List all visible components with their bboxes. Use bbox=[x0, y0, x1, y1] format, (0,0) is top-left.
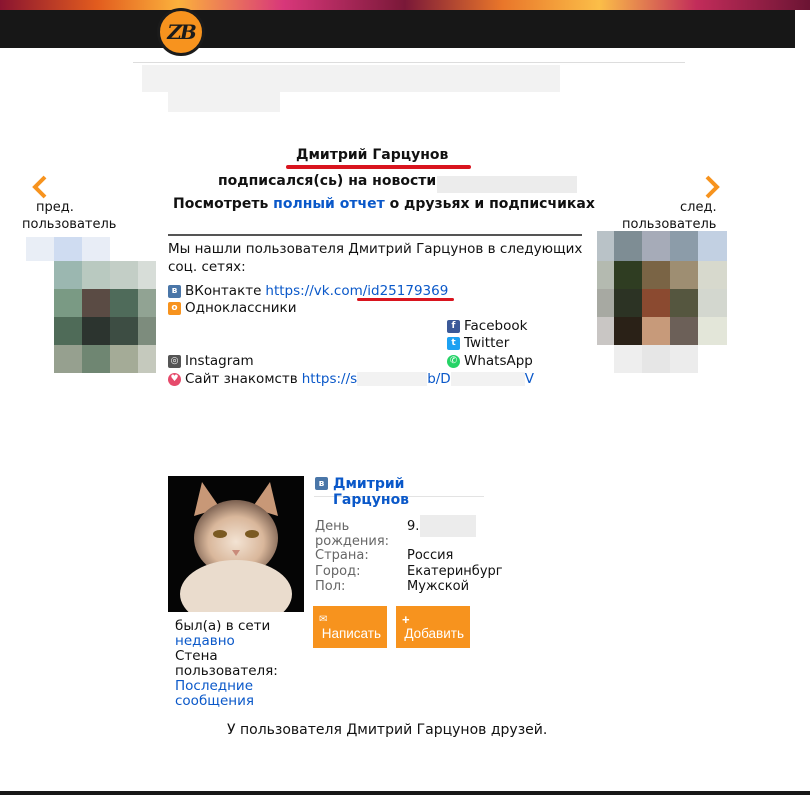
report-prefix: Посмотреть bbox=[173, 196, 269, 212]
header-decoration bbox=[0, 0, 810, 10]
social-ok-row: о Одноклассники bbox=[168, 300, 296, 317]
highlight-underline bbox=[286, 165, 471, 169]
hidden-content-block bbox=[168, 92, 280, 112]
vk-icon: в bbox=[315, 477, 328, 490]
site-logo[interactable]: ZB bbox=[157, 8, 205, 56]
social-whatsapp-row[interactable]: ✆ WhatsApp bbox=[447, 353, 533, 370]
online-value[interactable]: недавно bbox=[175, 634, 305, 649]
write-message-button[interactable]: ✉ Написать bbox=[313, 606, 387, 648]
hidden-birthday bbox=[420, 515, 476, 537]
country-label: Страна: bbox=[315, 548, 369, 563]
odnoklassniki-icon: о bbox=[168, 302, 181, 315]
facebook-icon: f bbox=[447, 320, 460, 333]
divider bbox=[133, 62, 685, 63]
social-divider bbox=[168, 234, 582, 236]
highlight-underline bbox=[357, 298, 454, 301]
envelope-icon: ✉ bbox=[319, 614, 328, 625]
instagram-label[interactable]: Instagram bbox=[185, 353, 254, 370]
vk-icon: в bbox=[168, 285, 181, 298]
dating-link[interactable]: https://s b/D V bbox=[302, 371, 534, 388]
twitter-label[interactable]: Twitter bbox=[464, 335, 509, 352]
user-name-heading: Дмитрий Гарцунов bbox=[296, 147, 449, 163]
gender-value: Мужской bbox=[407, 579, 470, 594]
prev-label-line2[interactable]: пользователь bbox=[22, 216, 116, 233]
heart-icon: ♥ bbox=[168, 373, 181, 386]
wall-label: Стена пользователя: bbox=[175, 648, 278, 679]
twitter-icon: t bbox=[447, 337, 460, 350]
profile-name-link[interactable]: Дмитрий Гарцунов bbox=[333, 476, 484, 508]
prev-user-avatar[interactable] bbox=[26, 237, 156, 373]
hidden-content-block bbox=[142, 65, 560, 92]
add-friend-button[interactable]: + Добавить bbox=[396, 606, 470, 648]
report-suffix: о друзьях и подписчиках bbox=[389, 196, 595, 212]
birthday-label: День рождения: bbox=[315, 519, 390, 549]
social-twitter-row[interactable]: t Twitter bbox=[447, 335, 509, 352]
vk-label: ВКонтакте bbox=[185, 283, 262, 299]
instagram-icon: ◎ bbox=[168, 355, 181, 368]
report-line: Посмотреть полный отчет о друзьях и подп… bbox=[173, 196, 595, 212]
social-intro-text: Мы нашли пользователя Дмитрий Гарцунов в… bbox=[168, 241, 583, 275]
subscribed-text: подписался(сь) на новости bbox=[218, 173, 437, 189]
city-label: Город: bbox=[315, 564, 361, 579]
wall-link[interactable]: Последние сообщения bbox=[175, 679, 265, 709]
whatsapp-icon: ✆ bbox=[447, 355, 460, 368]
cat-photo-icon bbox=[180, 482, 292, 612]
facebook-label[interactable]: Facebook bbox=[464, 318, 527, 335]
social-facebook-row[interactable]: f Facebook bbox=[447, 318, 527, 335]
profile-photo[interactable] bbox=[168, 476, 304, 612]
next-arrow-icon[interactable] bbox=[702, 174, 722, 200]
social-instagram-row[interactable]: ◎ Instagram bbox=[168, 353, 254, 370]
dating-label: Сайт знакомств bbox=[185, 371, 298, 387]
whatsapp-label[interactable]: WhatsApp bbox=[464, 353, 533, 370]
gender-label: Пол: bbox=[315, 579, 346, 594]
city-value: Екатеринбург bbox=[407, 564, 503, 579]
top-bar bbox=[0, 10, 795, 48]
bottom-bar bbox=[0, 791, 810, 795]
profile-meta: был(а) в сети недавно Стена пользователя… bbox=[175, 619, 305, 709]
plus-icon: + bbox=[402, 612, 410, 627]
online-label: был(а) в сети bbox=[175, 618, 271, 634]
next-label-line1[interactable]: след. bbox=[680, 199, 717, 216]
ok-label[interactable]: Одноклассники bbox=[185, 300, 296, 317]
country-value: Россия bbox=[407, 548, 454, 563]
prev-arrow-icon[interactable] bbox=[30, 174, 50, 200]
next-user-avatar[interactable] bbox=[597, 231, 727, 373]
social-dating-row: ♥ Сайт знакомств https://s b/D V bbox=[168, 371, 534, 388]
birthday-value: 9. bbox=[407, 519, 420, 534]
prev-label-line1[interactable]: пред. bbox=[36, 199, 74, 216]
profile-name-header: в Дмитрий Гарцунов bbox=[314, 476, 484, 508]
friends-text: У пользователя Дмитрий Гарцунов друзей. bbox=[227, 722, 548, 738]
hidden-source-name bbox=[437, 176, 577, 193]
full-report-link[interactable]: полный отчет bbox=[273, 196, 385, 212]
